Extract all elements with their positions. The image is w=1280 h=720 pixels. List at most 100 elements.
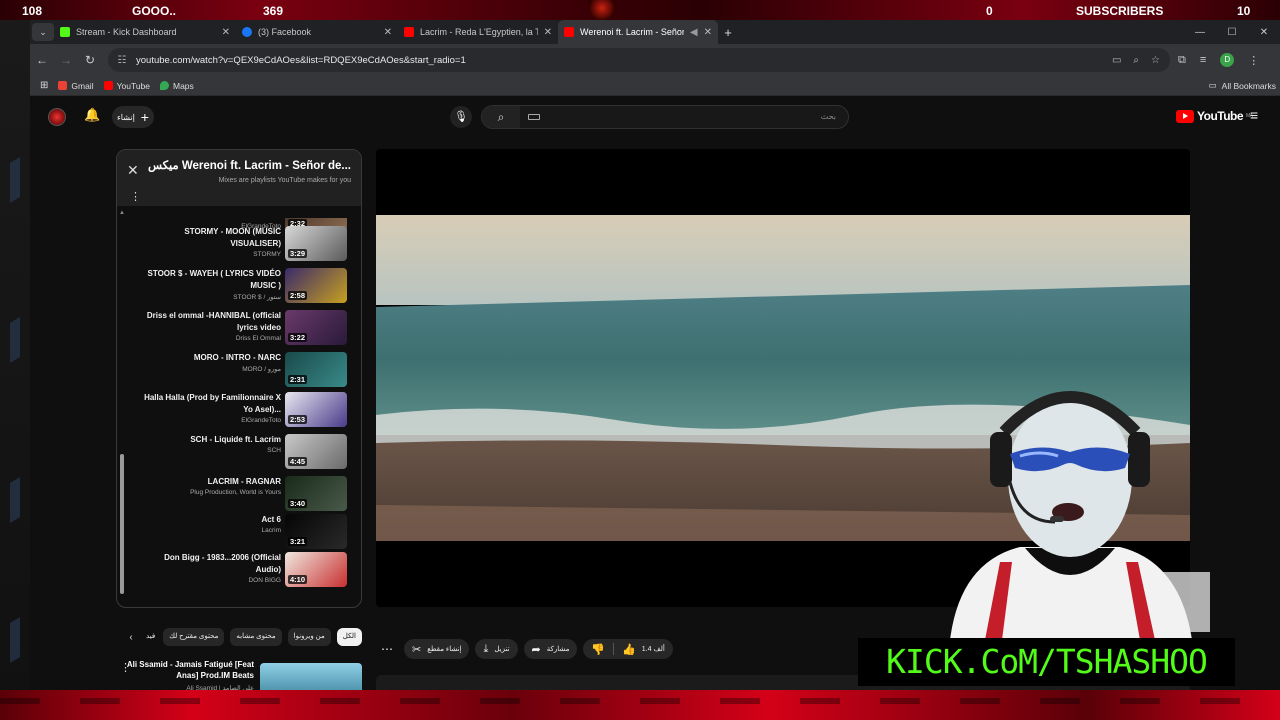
bookmark-maps[interactable]: Maps	[160, 81, 194, 91]
scroll-down-icon[interactable]: ▼	[119, 606, 125, 607]
playlist-item-duration: 4:45	[288, 457, 308, 466]
bookmark-youtube[interactable]: YouTube	[103, 81, 150, 91]
reload-icon[interactable]: ↻	[78, 53, 102, 67]
browser-tab-werenoi[interactable]: Werenoi ft. Lacrim - Señor ◀ ✕	[558, 20, 718, 44]
guide-menu-icon[interactable]: ≡	[1250, 107, 1258, 123]
toolbar-right: ⧉ ≡ D ⋮	[1178, 53, 1259, 67]
zoom-icon[interactable]: ⌕	[1133, 55, 1139, 66]
profile-avatar[interactable]: D	[1220, 53, 1235, 67]
playlist-item-duration: 2:53	[288, 415, 308, 424]
scroll-up-icon[interactable]: ▲	[119, 210, 125, 216]
playlist-title[interactable]: ميكس Werenoi ft. Lacrim - Señor de...	[148, 158, 351, 172]
playlist-item-thumbnail: 2:58	[285, 268, 347, 303]
recommended-video[interactable]: ⋮ Ali Ssamid - Jamais Fatigué [Feat Anas…	[116, 657, 362, 693]
youtube-logo[interactable]: YouTube MA	[1176, 109, 1253, 123]
playlist-item[interactable]: MORO - INTRO - NARC MORO / مورو 2:31	[127, 352, 349, 392]
playlist-item-meta: LACRIM - RAGNAR Plug Production, World is…	[141, 476, 281, 496]
bookmark-star-icon[interactable]: ☆	[1151, 55, 1160, 66]
tab-close-icon[interactable]: ✕	[384, 27, 392, 38]
notifications-bell-icon[interactable]: 🔔	[84, 107, 100, 123]
minimize-icon[interactable]: —	[1184, 27, 1216, 38]
kick-icon	[60, 27, 70, 37]
chip-more[interactable]: فيد	[144, 628, 157, 646]
playlist-item-title: Driss el ommal -HANNIBAL (official lyric…	[146, 311, 281, 332]
scissors-icon: ✂	[412, 643, 422, 656]
scrollbar-thumb[interactable]	[120, 454, 124, 594]
dislike-button[interactable]: 👎	[583, 639, 613, 659]
like-button[interactable]: 👍 1.4 ألف	[614, 639, 673, 659]
like-count: 1.4 ألف	[641, 646, 665, 653]
download-label: تنزيل	[494, 646, 510, 653]
forward-arrow-icon[interactable]: →	[54, 53, 78, 67]
chip-similar[interactable]: محتوى مشابه	[230, 628, 282, 646]
chip-recommended[interactable]: محتوى مقترح لك	[163, 628, 225, 646]
apps-grid-icon[interactable]: ⊞	[40, 80, 48, 91]
maps-pin-icon	[160, 81, 169, 90]
playlist-item-duration: 2:58	[288, 291, 308, 300]
clip-button[interactable]: ✂ إنشاء مقطع	[404, 639, 470, 659]
more-vert-icon[interactable]: ⋮	[130, 190, 141, 203]
extensions-icon[interactable]: ⧉	[1178, 54, 1186, 67]
playlist-header: ميكس Werenoi ft. Lacrim - Señor de... Mi…	[117, 150, 361, 206]
maximize-icon[interactable]: ☐	[1216, 27, 1248, 38]
playlist-item-meta: Don Bigg - 1983...2006 (Official Audio) D…	[141, 552, 281, 584]
playlist-item-thumbnail: 4:10	[285, 552, 347, 587]
playlist-item[interactable]: LACRIM - RAGNAR Plug Production, World is…	[127, 476, 349, 516]
close-window-icon[interactable]: ✕	[1248, 27, 1280, 38]
more-actions-icon[interactable]: ⋯	[376, 639, 398, 659]
browser-tab-lacrim[interactable]: Lacrim - Reda L'Egyptien, la Tré ✕	[398, 20, 558, 44]
browser-tab-kick[interactable]: Stream - Kick Dashboard ✕	[54, 20, 236, 44]
rec-title: Ali Ssamid - Jamais Fatigué [Feat Anas] …	[126, 660, 254, 680]
site-info-icon[interactable]: ☷	[108, 55, 136, 66]
playlist-item-duration: 3:22	[288, 333, 308, 342]
keyboard-icon[interactable]	[528, 114, 540, 120]
create-button[interactable]: إنشاء +	[112, 106, 154, 128]
voice-search-mic-icon[interactable]: 🎙	[450, 106, 472, 128]
playlist-item[interactable]: Driss el ommal -HANNIBAL (official lyric…	[127, 310, 349, 350]
thumbs-up-icon: 👍	[622, 643, 636, 656]
account-avatar[interactable]	[48, 108, 66, 126]
tab-close-icon[interactable]: ✕	[222, 27, 230, 38]
bookmark-label: Maps	[173, 80, 194, 91]
all-bookmarks-label: All Bookmarks	[1221, 80, 1276, 91]
tab-title: Lacrim - Reda L'Egyptien, la Tré	[420, 27, 538, 37]
tab-close-icon[interactable]: ✕	[704, 27, 712, 38]
youtube-logo-text: YouTube	[1197, 109, 1244, 123]
youtube-icon	[564, 27, 574, 37]
playlist-scrollbar[interactable]: ▲ ▼	[119, 210, 125, 607]
playlist-item[interactable]: SCH - Liquide ft. Lacrim SCH 4:45	[127, 434, 349, 474]
playlist-item[interactable]: STORMY - MOON (MUSIC VISUALISER) STORMY 3:…	[127, 226, 349, 266]
address-bar[interactable]: ☷ youtube.com/watch?v=QEX9eCdAOes&list=R…	[108, 48, 1170, 72]
playlist-item[interactable]: STOOR $ - WAYEH ( LYRICS VIDÉO MUSIC ) ST…	[127, 268, 349, 308]
install-app-icon[interactable]: ▭	[1112, 55, 1121, 66]
overlay-middle-count: 0	[986, 4, 993, 18]
stream-overlay-top: 108 GOOO.. 369 0 SUBSCRIBERS 10	[0, 0, 1280, 20]
tab-close-icon[interactable]: ✕	[544, 27, 552, 38]
speaker-icon[interactable]: ◀	[690, 27, 698, 38]
clip-label: إنشاء مقطع	[427, 646, 462, 653]
playlist-item[interactable]: Don Bigg - 1983...2006 (Official Audio) D…	[127, 552, 349, 592]
chip-from-werenoi[interactable]: من ويرونوا	[287, 628, 331, 646]
related-chips: الكل من ويرونوا محتوى مشابه محتوى مقترح …	[118, 627, 362, 647]
streamer-webcam	[950, 391, 1210, 640]
tab-search-chevron-icon[interactable]: ⌄	[32, 23, 54, 41]
back-arrow-icon[interactable]: ←	[30, 53, 54, 67]
reading-list-icon[interactable]: ≡	[1200, 54, 1206, 66]
plus-icon: +	[140, 109, 149, 125]
close-icon[interactable]: ✕	[127, 162, 139, 179]
search-icon[interactable]: ⌕	[482, 106, 520, 128]
gmail-icon	[58, 81, 68, 90]
bookmark-gmail[interactable]: Gmail	[58, 81, 94, 91]
download-button[interactable]: ⤓ تنزيل	[475, 639, 518, 659]
search-box[interactable]: ⌕ بحث	[481, 105, 849, 129]
facebook-icon	[242, 27, 252, 37]
playlist-item[interactable]: Halla Halla (Prod by Familionnaire X Yo …	[127, 392, 349, 432]
share-button[interactable]: ➦ مشاركة	[523, 639, 578, 659]
all-bookmarks-button[interactable]: ▭ All Bookmarks	[1209, 80, 1276, 91]
playlist-item[interactable]: Act 6 Lacrim 3:21	[127, 514, 349, 554]
browser-menu-icon[interactable]: ⋮	[1248, 54, 1259, 67]
chevron-left-icon[interactable]: ‹	[124, 632, 138, 643]
new-tab-button[interactable]: +	[718, 25, 738, 40]
chip-all[interactable]: الكل	[336, 628, 362, 646]
browser-tab-facebook[interactable]: (3) Facebook ✕	[236, 20, 398, 44]
